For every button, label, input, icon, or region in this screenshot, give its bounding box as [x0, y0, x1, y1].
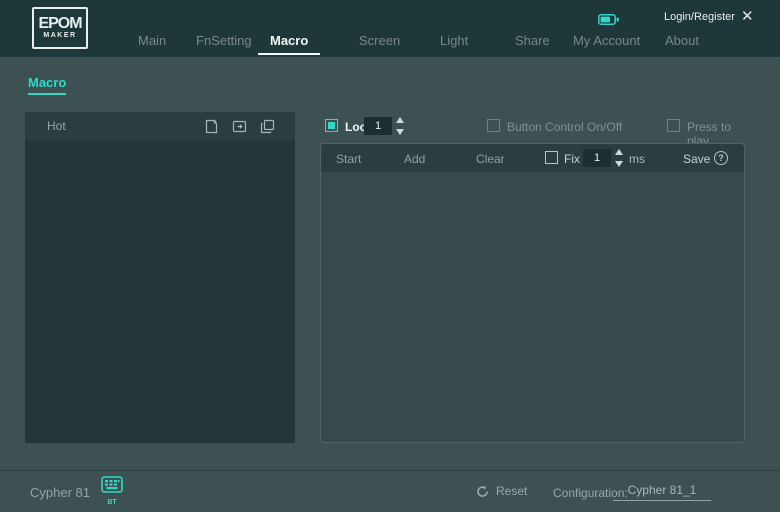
fix-delay-label: Fix: [564, 152, 580, 166]
device-connection-button[interactable]: BT: [100, 476, 124, 506]
login-register-link[interactable]: Login/Register: [664, 11, 735, 23]
page-title: Macro: [28, 75, 66, 95]
battery-icon: [598, 12, 619, 30]
button-control-label: Button Control On/Off: [507, 120, 622, 134]
macro-event-panel: Start Add Clear Fix ms Save ?: [320, 143, 745, 443]
hot-macro-list: [25, 140, 295, 443]
fix-step-down-icon[interactable]: [615, 161, 623, 167]
loop-count-input[interactable]: [364, 117, 392, 135]
import-macro-icon[interactable]: [232, 119, 247, 134]
hot-macro-panel: Hot: [25, 112, 295, 443]
start-record-button[interactable]: Start: [336, 152, 361, 166]
add-button[interactable]: Add: [404, 152, 425, 166]
press-to-play-checkbox[interactable]: [667, 119, 680, 132]
epomaker-app: EPOM MAKER Main FnSetting Macro Screen L…: [0, 0, 780, 512]
tab-light[interactable]: Light: [440, 33, 468, 48]
loop-count-stepper: [396, 117, 405, 135]
macro-event-list: [321, 172, 744, 442]
reset-button[interactable]: Reset: [476, 484, 527, 498]
tab-screen[interactable]: Screen: [359, 33, 400, 48]
reset-icon: [476, 485, 489, 498]
keyboard-icon: [101, 480, 123, 497]
close-icon[interactable]: ✕: [741, 8, 754, 26]
bt-connection-badge: BT: [100, 499, 124, 506]
device-name: Cypher 81: [30, 485, 90, 500]
fix-delay-checkbox[interactable]: [545, 151, 558, 164]
status-bar: Cypher 81 BT: [0, 470, 780, 512]
fix-step-up-icon[interactable]: [615, 149, 623, 155]
loop-step-down-icon[interactable]: [396, 129, 404, 135]
reset-label: Reset: [496, 484, 527, 498]
logo-text-bottom: MAKER: [43, 32, 76, 40]
clear-button[interactable]: Clear: [476, 152, 505, 166]
loop-checkbox[interactable]: [325, 119, 338, 132]
fix-delay-input[interactable]: [583, 149, 611, 167]
epomaker-logo: EPOM MAKER: [32, 7, 88, 49]
fix-delay-unit: ms: [629, 152, 645, 166]
logo-text-top: EPOM: [38, 16, 81, 32]
tab-my-account[interactable]: My Account: [573, 33, 640, 48]
hot-panel-toolbar: [204, 119, 295, 134]
button-control-checkbox[interactable]: [487, 119, 500, 132]
tab-about[interactable]: About: [665, 33, 699, 48]
title-bar: EPOM MAKER Main FnSetting Macro Screen L…: [0, 0, 780, 57]
tab-share[interactable]: Share: [515, 33, 550, 48]
tab-main[interactable]: Main: [138, 33, 166, 48]
new-macro-icon[interactable]: [204, 119, 219, 134]
tab-fnsetting[interactable]: FnSetting: [196, 33, 252, 48]
hot-panel-title: Hot: [47, 119, 204, 133]
tab-macro[interactable]: Macro: [270, 33, 308, 48]
configuration-name-input[interactable]: [613, 479, 711, 501]
macro-event-toolbar: Start Add Clear Fix ms Save ?: [321, 144, 744, 172]
fix-delay-stepper: [615, 149, 624, 167]
copy-macro-icon[interactable]: [260, 119, 275, 134]
help-icon[interactable]: ?: [714, 151, 728, 165]
loop-step-up-icon[interactable]: [396, 117, 404, 123]
loop-options-bar: Loop Button Control On/Off Press to play: [318, 112, 745, 140]
save-button[interactable]: Save: [683, 152, 710, 166]
hot-panel-header: Hot: [25, 112, 295, 140]
